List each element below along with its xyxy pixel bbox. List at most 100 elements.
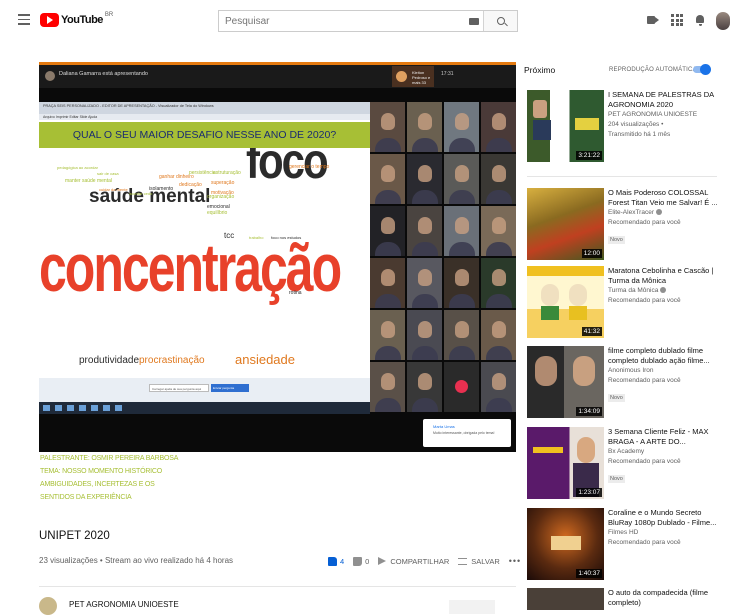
participant-tile bbox=[407, 206, 442, 256]
share-button[interactable]: COMPARTILHAR bbox=[378, 557, 449, 566]
apps-grid-icon[interactable] bbox=[671, 14, 683, 26]
participant-tile bbox=[370, 102, 405, 152]
rec-channel-row: Turma da Mônica bbox=[608, 286, 726, 296]
video-thumbnail[interactable]: 41:32 bbox=[527, 266, 604, 338]
toggle-knob bbox=[700, 64, 711, 75]
rec-title[interactable]: filme completo dublado filme completo du… bbox=[608, 346, 726, 366]
presenter-status: Daliana Gamarra está apresentando bbox=[59, 71, 148, 77]
recommendation-item[interactable]: 1:34:09 filme completo dublado filme com… bbox=[527, 346, 727, 421]
video-player[interactable]: Daliana Gamarra está apresentando Kleito… bbox=[39, 62, 516, 452]
rec-reason: Recomendado para você bbox=[608, 297, 681, 304]
slide-window-title: PRAÇA SEIS PERSONALIZADO - EDITOR DE APR… bbox=[39, 102, 370, 114]
video-duration: 1:23:07 bbox=[576, 488, 602, 497]
video-thumbnail[interactable]: 12:00 bbox=[527, 188, 604, 260]
rec-views: 204 visualizações • bbox=[608, 121, 664, 128]
save-label: SALVAR bbox=[471, 556, 500, 566]
shared-slide: PRAÇA SEIS PERSONALIZADO - EDITOR DE APR… bbox=[39, 102, 370, 414]
new-badge: Novo bbox=[608, 236, 625, 244]
recommendation-info: filme completo dublado filme completo du… bbox=[608, 346, 726, 404]
caption-line: SENTIDOS DA EXPERIÊNCIA bbox=[40, 494, 132, 501]
word-cloud-word: sair de casa bbox=[97, 171, 119, 176]
word-cloud-word: equilíbrio bbox=[207, 210, 228, 216]
rec-reason: Recomendado para você bbox=[608, 539, 681, 546]
presenter-avatar bbox=[45, 71, 55, 81]
word-cloud-word: ansiedade bbox=[235, 352, 295, 367]
search-button[interactable] bbox=[483, 11, 517, 31]
word-cloud-word: rotina bbox=[289, 290, 302, 296]
active-speaker: Kleiton Pedroso e mais 33 bbox=[392, 66, 434, 87]
word-cloud-word: produtividade bbox=[79, 355, 140, 366]
up-next-heading: Próximo bbox=[524, 65, 556, 75]
recommendation-info: 3 Semana Cliente Feliz - MAX BRAGA - A A… bbox=[608, 427, 726, 485]
rec-title[interactable]: Coraline e o Mundo Secreto BluRay 1080p … bbox=[608, 508, 726, 528]
rec-channel: Turma da Mônica bbox=[608, 287, 659, 294]
word-cloud-word: tcc bbox=[224, 231, 235, 240]
word-cloud-word: acordar cedo bbox=[129, 191, 153, 196]
notifications-bell-icon[interactable] bbox=[694, 14, 706, 26]
recommendation-item[interactable]: 41:32 Maratona Cebolinha e Cascão | Turm… bbox=[527, 266, 727, 341]
like-count: 4 bbox=[340, 556, 345, 566]
save-button[interactable]: SALVAR bbox=[458, 556, 500, 566]
rec-title[interactable]: 3 Semana Cliente Feliz - MAX BRAGA - A A… bbox=[608, 427, 726, 447]
thumbs-up-icon bbox=[328, 556, 337, 566]
rec-title[interactable]: I SEMANA DE PALESTRAS DA AGRONOMIA 2020 bbox=[608, 90, 726, 110]
video-thumbnail[interactable] bbox=[527, 588, 604, 610]
participant-tile bbox=[444, 206, 479, 256]
hamburger-menu-icon[interactable] bbox=[18, 14, 30, 26]
send-question-button: Enviar pergunta bbox=[211, 384, 249, 392]
video-thumbnail[interactable]: 1:40:37 bbox=[527, 508, 604, 580]
video-actions: 4 0 COMPARTILHAR SALVAR ••• bbox=[328, 556, 530, 566]
recommendation-info: O Mais Poderoso COLOSSAL Forest Titan Ve… bbox=[608, 188, 726, 246]
participant-tile bbox=[444, 154, 479, 204]
rec-title[interactable]: O auto da compadecida (filme completo) bbox=[608, 588, 726, 608]
more-actions-icon[interactable]: ••• bbox=[509, 556, 521, 566]
video-duration: 41:32 bbox=[581, 327, 602, 336]
video-title: UNIPET 2020 bbox=[39, 530, 110, 542]
channel-avatar[interactable] bbox=[39, 597, 57, 615]
participant-tile bbox=[481, 154, 516, 204]
channel-name[interactable]: PET AGRONOMIA UNIOESTE bbox=[69, 600, 179, 609]
word-cloud-word: superação bbox=[211, 180, 235, 186]
rec-title[interactable]: O Mais Poderoso COLOSSAL Forest Titan Ve… bbox=[608, 188, 726, 208]
like-button[interactable]: 4 bbox=[328, 556, 345, 566]
recommendation-item[interactable]: 3:21:22 I SEMANA DE PALESTRAS DA AGRONOM… bbox=[527, 90, 727, 165]
search-input[interactable] bbox=[219, 11, 465, 31]
new-badge: Novo bbox=[608, 394, 625, 402]
subscribe-button[interactable] bbox=[449, 600, 495, 614]
participant-tile bbox=[407, 258, 442, 308]
slide-footer: Carregar ajuda de sua pergunta aqui Envi… bbox=[39, 378, 370, 402]
youtube-logo[interactable]: YouTube BR bbox=[40, 12, 113, 28]
create-video-icon[interactable] bbox=[647, 14, 659, 26]
question-input: Carregar ajuda de sua pergunta aqui bbox=[149, 384, 209, 392]
windows-taskbar bbox=[39, 402, 370, 414]
participant-tile bbox=[407, 362, 442, 412]
recommendation-item[interactable]: 1:23:07 3 Semana Cliente Feliz - MAX BRA… bbox=[527, 427, 727, 502]
recommendation-item[interactable]: 12:00 O Mais Poderoso COLOSSAL Forest Ti… bbox=[527, 188, 727, 263]
rec-channel-row: Elite-AlexTracer bbox=[608, 208, 726, 218]
verified-check-icon bbox=[656, 209, 662, 216]
keyboard-icon[interactable] bbox=[465, 11, 483, 31]
participant-tile bbox=[481, 102, 516, 152]
stream-caption: PALESTRANTE: OSMIR PEREIRA BARBOSA TEMA:… bbox=[39, 452, 516, 512]
thumbs-down-icon bbox=[353, 556, 363, 566]
recommendation-item[interactable]: 1:40:37 Coraline e o Mundo Secreto BluRa… bbox=[527, 508, 727, 583]
participant-tile bbox=[407, 310, 442, 360]
video-thumbnail[interactable]: 1:23:07 bbox=[527, 427, 604, 499]
meeting-topbar: Daliana Gamarra está apresentando Kleito… bbox=[39, 62, 516, 88]
user-avatar[interactable] bbox=[716, 12, 730, 30]
participant-tile bbox=[444, 310, 479, 360]
new-badge: Novo bbox=[608, 475, 625, 483]
recommendation-item[interactable]: O auto da compadecida (filme completo) bbox=[527, 588, 727, 610]
rec-channel: Bx Academy bbox=[608, 448, 645, 455]
rec-reason: Recomendado para você bbox=[608, 458, 681, 465]
word-cloud-word: pedagógica ao acordar bbox=[57, 165, 98, 170]
dislike-button[interactable]: 0 bbox=[353, 556, 369, 566]
participant-tile bbox=[370, 258, 405, 308]
rec-title[interactable]: Maratona Cebolinha e Cascão | Turma da M… bbox=[608, 266, 726, 286]
rec-channel: Filmes HD bbox=[608, 529, 639, 536]
video-thumbnail[interactable]: 1:34:09 bbox=[527, 346, 604, 418]
search-icon bbox=[496, 17, 505, 25]
participant-tile bbox=[481, 310, 516, 360]
video-thumbnail[interactable]: 3:21:22 bbox=[527, 90, 604, 162]
autoplay-toggle[interactable] bbox=[693, 64, 711, 75]
